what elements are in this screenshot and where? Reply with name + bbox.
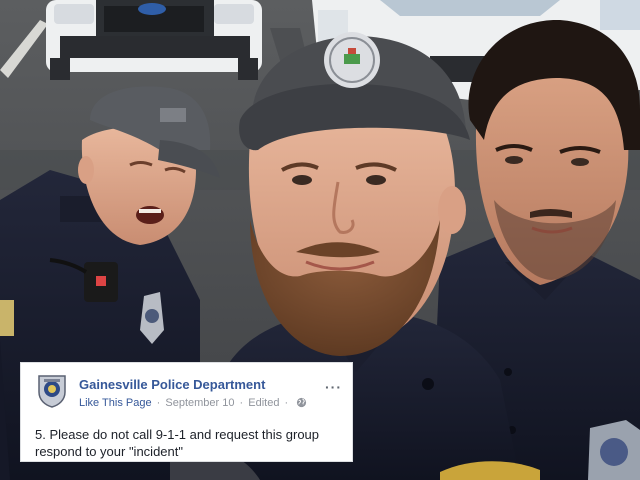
post-meta: Like This Page · September 10 · Edited · xyxy=(79,397,307,411)
edited-label[interactable]: Edited xyxy=(248,397,279,409)
post-body-text: 5. Please do not call 9-1-1 and request … xyxy=(35,427,320,459)
meta-separator: · xyxy=(239,397,244,409)
more-options-icon[interactable]: ··· xyxy=(325,379,342,395)
meta-separator: · xyxy=(284,397,289,409)
meta-separator: · xyxy=(156,397,161,409)
post-date[interactable]: September 10 xyxy=(165,397,234,409)
post-header: Gainesville Police Department Like This … xyxy=(21,363,352,417)
like-page-link[interactable]: Like This Page xyxy=(79,397,152,409)
facebook-post-card: Gainesville Police Department Like This … xyxy=(20,362,353,462)
globe-icon xyxy=(296,397,307,411)
page-name-link[interactable]: Gainesville Police Department xyxy=(79,377,265,392)
police-badge-icon[interactable] xyxy=(35,372,69,408)
